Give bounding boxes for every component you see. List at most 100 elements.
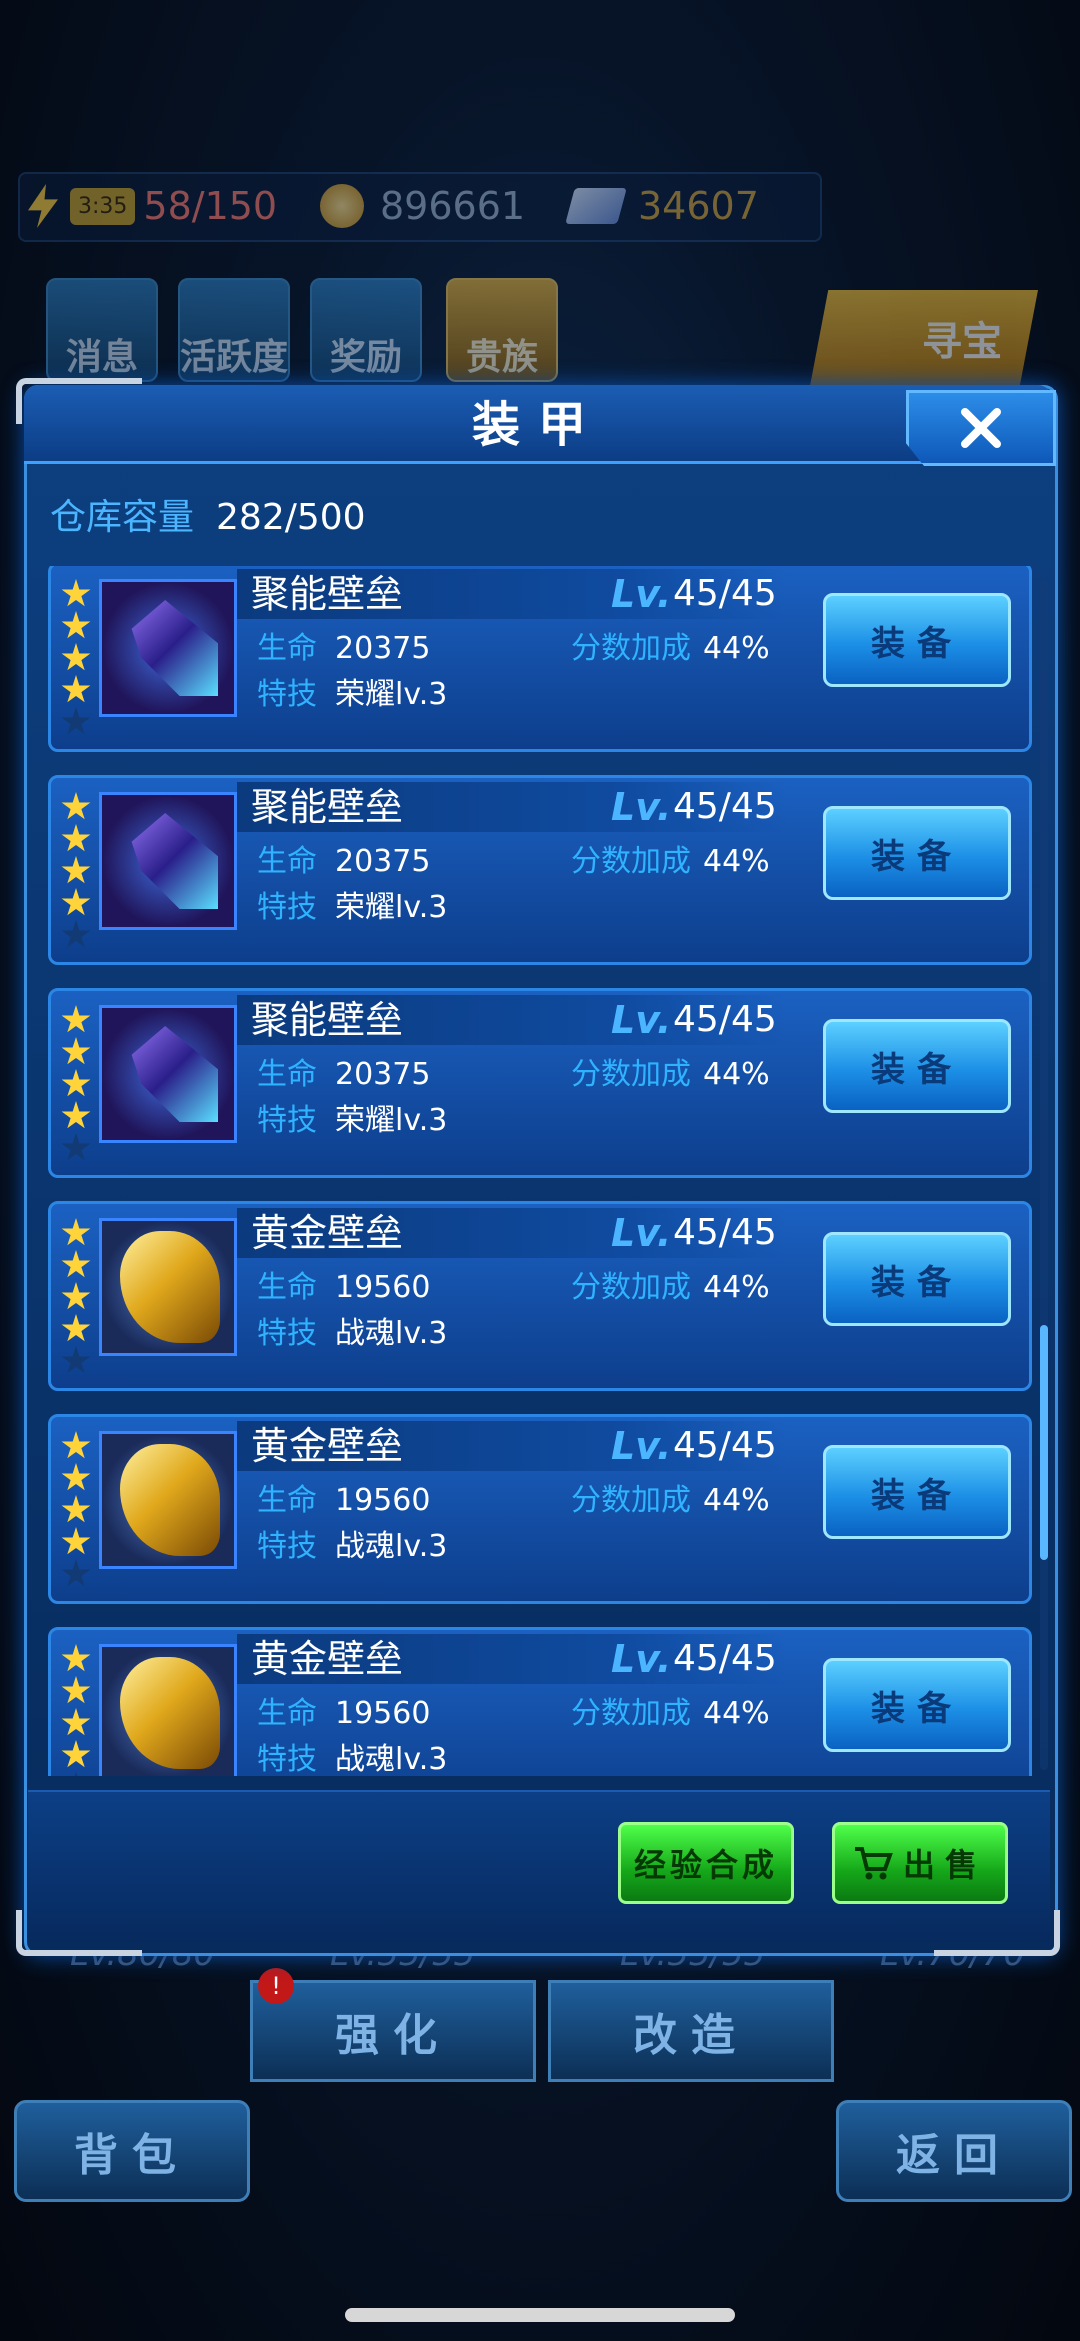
activity-button[interactable]: 活跃度: [178, 278, 290, 382]
score-label: 分数加成: [571, 1057, 691, 1092]
scrollbar-thumb[interactable]: [1040, 1325, 1048, 1560]
skill-label: 特技: [257, 1316, 317, 1351]
armor-list[interactable]: 聚能壁垒 Lv. 45/45 生命 20375 分数加成 44% 特技 荣耀lv.3 装备 聚能壁垒…: [44, 566, 1036, 1776]
rewards-button[interactable]: 奖励: [310, 278, 422, 382]
level-prefix: Lv.: [611, 1637, 672, 1681]
hp-stat: 生命 19560: [257, 1268, 430, 1308]
equip-button[interactable]: 装备: [823, 1445, 1011, 1539]
star-icon: [61, 1708, 91, 1736]
armor-item[interactable]: 聚能壁垒 Lv. 45/45 生命 20375 分数加成 44% 特技 荣耀lv.3 装备: [48, 566, 1032, 752]
star-icon: [61, 1431, 91, 1459]
skill-stat: 特技 荣耀lv.3: [257, 1101, 447, 1141]
skill-stat: 特技 战魂lv.3: [257, 1527, 447, 1567]
level-value: 45/45: [673, 1212, 777, 1253]
star-icon: [61, 643, 91, 671]
star-icon: [61, 1463, 91, 1491]
armor-name: 聚能壁垒: [251, 785, 404, 829]
gem-icon: [565, 188, 627, 224]
close-button[interactable]: [906, 390, 1056, 466]
armor-item[interactable]: 聚能壁垒 Lv. 45/45 生命 20375 分数加成 44% 特技 荣耀lv.3 装备: [48, 775, 1032, 965]
star-icon: [61, 856, 91, 884]
scrollbar-track[interactable]: [1040, 580, 1048, 1770]
level-value: 45/45: [673, 1638, 777, 1679]
armor-item[interactable]: 聚能壁垒 Lv. 45/45 生命 20375 分数加成 44% 特技 荣耀lv.3 装备: [48, 988, 1032, 1178]
equip-button[interactable]: 装备: [823, 1232, 1011, 1326]
hp-stat: 生命 20375: [257, 629, 430, 669]
star-icon: [61, 675, 91, 703]
hp-stat: 生命 20375: [257, 842, 430, 882]
score-stat: 分数加成 44%: [571, 1481, 770, 1521]
skill-label: 特技: [257, 677, 317, 712]
armor-item[interactable]: 黄金壁垒 Lv. 45/45 生命 19560 分数加成 44% 特技 战魂lv.3 装备: [48, 1414, 1032, 1604]
back-button[interactable]: 返回: [836, 2100, 1072, 2202]
armor-icon: [131, 600, 218, 696]
score-label: 分数加成: [571, 1696, 691, 1731]
armor-thumbnail[interactable]: [99, 1005, 237, 1143]
rarity-stars: [61, 579, 93, 739]
star-icon: [61, 1069, 91, 1097]
skill-stat: 特技 战魂lv.3: [257, 1740, 447, 1776]
star-icon: [61, 1101, 91, 1129]
level-prefix: Lv.: [611, 1424, 672, 1468]
equip-button[interactable]: 装备: [823, 1019, 1011, 1113]
armor-icon: [120, 1444, 220, 1556]
star-icon: [61, 824, 91, 852]
score-value: 44%: [703, 1483, 770, 1518]
level-value: 45/45: [673, 786, 777, 827]
star-icon: [61, 1250, 91, 1278]
level-value: 45/45: [673, 1425, 777, 1466]
hp-label: 生命: [257, 844, 317, 879]
energy-timer: 3:35: [70, 187, 136, 225]
sell-button[interactable]: 出售: [832, 1822, 1008, 1904]
hp-label: 生命: [257, 1057, 317, 1092]
equip-button[interactable]: 装备: [823, 593, 1011, 687]
energy-icon: [28, 184, 58, 228]
armor-name: 聚能壁垒: [251, 998, 404, 1042]
star-icon: [61, 1644, 91, 1672]
modify-button[interactable]: 改造: [548, 1980, 834, 2082]
equip-button[interactable]: 装备: [823, 1658, 1011, 1752]
treasure-button[interactable]: 寻宝: [810, 290, 1038, 386]
hp-value: 20375: [335, 844, 431, 879]
skill-value: 荣耀lv.3: [335, 677, 448, 712]
star-icon: [61, 707, 91, 735]
hp-label: 生命: [257, 1270, 317, 1305]
star-icon: [61, 1559, 91, 1587]
score-value: 44%: [703, 1057, 770, 1092]
skill-label: 特技: [257, 890, 317, 925]
star-icon: [61, 1133, 91, 1161]
equip-button[interactable]: 装备: [823, 806, 1011, 900]
capacity-label: 仓库容量: [50, 497, 195, 538]
armor-thumbnail[interactable]: [99, 1431, 237, 1569]
armor-thumbnail[interactable]: [99, 1218, 237, 1356]
star-icon: [61, 888, 91, 916]
star-icon: [61, 1495, 91, 1523]
cart-icon: [854, 1847, 893, 1880]
star-icon: [61, 1314, 91, 1342]
armor-thumbnail[interactable]: [99, 1644, 237, 1776]
score-value: 44%: [703, 1270, 770, 1305]
skill-value: 战魂lv.3: [335, 1529, 448, 1564]
close-icon: [961, 408, 1001, 448]
skill-label: 特技: [257, 1529, 317, 1564]
score-stat: 分数加成 44%: [571, 1055, 770, 1095]
skill-value: 荣耀lv.3: [335, 1103, 448, 1138]
armor-name: 黄金壁垒: [251, 1424, 404, 1468]
score-value: 44%: [703, 631, 770, 666]
star-icon: [61, 1527, 91, 1555]
messages-button[interactable]: 消息: [46, 278, 158, 382]
star-icon: [61, 920, 91, 948]
armor-thumbnail[interactable]: [99, 579, 237, 717]
armor-thumbnail[interactable]: [99, 792, 237, 930]
skill-stat: 特技 荣耀lv.3: [257, 888, 447, 928]
bag-button[interactable]: 背包: [14, 2100, 250, 2202]
noble-button[interactable]: 贵族: [446, 278, 558, 382]
armor-item[interactable]: 黄金壁垒 Lv. 45/45 生命 19560 分数加成 44% 特技 战魂lv.3 装备: [48, 1201, 1032, 1391]
exp-merge-button[interactable]: 经验合成: [618, 1822, 794, 1904]
star-icon: [61, 1346, 91, 1374]
home-indicator[interactable]: [345, 2308, 735, 2322]
strengthen-button[interactable]: 强化: [250, 1980, 536, 2082]
hp-label: 生命: [257, 1483, 317, 1518]
armor-item[interactable]: 黄金壁垒 Lv. 45/45 生命 19560 分数加成 44% 特技 战魂lv.3 装备: [48, 1627, 1032, 1776]
rarity-stars: [61, 1431, 93, 1591]
